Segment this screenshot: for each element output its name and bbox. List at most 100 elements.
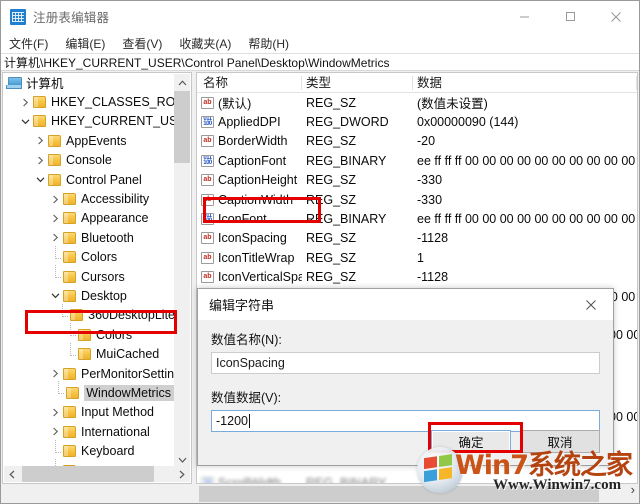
tree-guide-line: [48, 439, 63, 461]
dialog-close-button[interactable]: [569, 289, 613, 320]
tree-item-colors[interactable]: Colors: [3, 323, 175, 344]
value-data: -1128: [417, 231, 449, 246]
chevron-down-icon[interactable]: [48, 288, 63, 304]
chevron-right-icon[interactable]: [33, 133, 48, 149]
tree-item-desktop[interactable]: Desktop: [3, 286, 175, 305]
tree-horizontal-scrollbar[interactable]: [4, 466, 190, 482]
tree-item-label: Accessibility: [81, 192, 150, 207]
chevron-right-icon[interactable]: [48, 404, 63, 420]
value-row[interactable]: ab IconTitleWrap REG_SZ 1: [197, 248, 637, 267]
value-name: IconVerticalSpa...: [218, 270, 302, 285]
menu-help[interactable]: 帮助(H): [248, 33, 298, 54]
value-type: REG_BINARY: [306, 212, 387, 227]
column-header-type[interactable]: 类型: [302, 73, 413, 93]
tree-item-colors[interactable]: Colors: [3, 245, 175, 267]
folder-icon: [66, 386, 80, 399]
value-name: AppliedDPI: [218, 115, 281, 130]
value-name-cell: 011 100 IconFont: [197, 212, 302, 226]
window-title: 注册表编辑器: [33, 11, 110, 25]
tree-item-permonitorsettings[interactable]: PerMonitorSettings: [3, 364, 175, 383]
partial-value-name-cell: 011100 ScrollWidth: [197, 476, 302, 483]
cancel-button[interactable]: 取消: [520, 430, 600, 453]
tree-guide-line: [63, 323, 78, 344]
menu-view[interactable]: 查看(V): [122, 33, 171, 54]
tree-item-muicached[interactable]: MuiCached: [3, 342, 175, 363]
tree-item-control-panel[interactable]: Control Panel: [3, 170, 175, 189]
tree-scroll-up-button[interactable]: [174, 74, 190, 91]
tree-vertical-scrollbar[interactable]: [174, 74, 190, 468]
value-row[interactable]: ab BorderWidth REG_SZ -20: [197, 132, 637, 151]
chevron-right-icon[interactable]: [33, 152, 48, 168]
menu-favorites[interactable]: 收藏夹(A): [179, 33, 240, 54]
tree-item-hkey-current-user[interactable]: HKEY_CURRENT_USER: [3, 112, 175, 131]
tree-item-international[interactable]: International: [3, 422, 175, 441]
ok-button[interactable]: 确定: [431, 430, 511, 453]
tree-item-appevents[interactable]: AppEvents: [3, 131, 175, 150]
partial-value-row: 011100 ScrollWidth REG_BINARY: [197, 473, 413, 484]
value-data: -1128: [417, 270, 449, 285]
folder-icon: [63, 231, 76, 244]
chevron-right-icon[interactable]: [18, 94, 33, 110]
tree-item-accessibility[interactable]: Accessibility: [3, 189, 175, 208]
value-name-cell: ab IconSpacing: [197, 231, 302, 245]
folder-icon: [78, 348, 91, 361]
chevron-right-icon[interactable]: [48, 230, 63, 246]
value-row[interactable]: 011 100 CaptionFont REG_BINARY ee ff ff ff 0…: [197, 151, 637, 170]
maximize-button[interactable]: [547, 1, 593, 32]
list-hscroll-thumb[interactable]: [199, 486, 599, 502]
value-row[interactable]: ab IconSpacing REG_SZ -1128: [197, 229, 637, 248]
tree-item-label: PerMonitorSettings: [81, 366, 175, 381]
chevron-down-icon[interactable]: [18, 113, 33, 129]
value-row[interactable]: 011 100 AppliedDPI REG_DWORD 0x00000090 (144…: [197, 112, 637, 131]
value-data-input[interactable]: -1200: [211, 410, 600, 432]
tree-scroll-left-button[interactable]: [4, 466, 20, 482]
tree-item-cursors[interactable]: Cursors: [3, 265, 175, 286]
column-header-name[interactable]: 名称: [197, 73, 302, 93]
partial-value-type: REG_BINARY: [306, 475, 387, 484]
value-row[interactable]: ab IconVerticalSpa... REG_SZ -1128: [197, 268, 637, 287]
tree-item-console[interactable]: Console: [3, 151, 175, 170]
registry-editor-icon: [10, 8, 26, 25]
value-data: -20: [417, 134, 436, 149]
string-value-icon: ab: [201, 174, 214, 187]
value-row[interactable]: 011 100 IconFont REG_BINARY ee ff ff ff 00 0…: [197, 209, 637, 228]
tree-item-windowmetrics[interactable]: WindowMetrics: [3, 381, 175, 402]
value-name-input[interactable]: IconSpacing: [211, 352, 600, 374]
menu-edit[interactable]: 编辑(E): [65, 33, 114, 54]
tree-item-bluetooth[interactable]: Bluetooth: [3, 228, 175, 247]
tree-item-hkey-classes-root[interactable]: HKEY_CLASSES_ROOT: [3, 92, 175, 111]
tree-item-keyboard[interactable]: Keyboard: [3, 439, 175, 461]
folder-icon: [48, 134, 61, 147]
registry-tree-pane[interactable]: 计算机 HKEY_CLASSES_ROOT HKEY_CURRENT_USER App…: [2, 72, 192, 484]
value-row[interactable]: ab CaptionHeight REG_SZ -330: [197, 171, 637, 190]
tree-scroll-thumb[interactable]: [174, 91, 190, 163]
address-bar[interactable]: 计算机\HKEY_CURRENT_USER\Control Panel\Desk…: [1, 53, 639, 71]
tree-hscroll-thumb[interactable]: [22, 466, 154, 482]
menu-file[interactable]: 文件(F): [9, 33, 57, 54]
value-name-cell: 011 100 AppliedDPI: [197, 115, 302, 129]
value-type: REG_SZ: [306, 192, 357, 207]
value-name: CaptionWidth: [218, 192, 294, 207]
minimize-button[interactable]: [501, 1, 547, 32]
close-button[interactable]: [593, 1, 639, 32]
value-type: REG_SZ: [306, 173, 357, 188]
folder-icon: [48, 154, 61, 167]
chevron-right-icon[interactable]: [48, 210, 63, 226]
tree-item-appearance[interactable]: Appearance: [3, 209, 175, 228]
value-row[interactable]: ab (默认) REG_SZ (数值未设置): [197, 93, 637, 112]
tree-scroll-right-button[interactable]: [174, 466, 190, 482]
tree-item-input-method[interactable]: Input Method: [3, 403, 175, 422]
list-horizontal-scrollbar[interactable]: [197, 486, 638, 502]
chevron-right-icon[interactable]: [48, 424, 63, 440]
tree-item-360desktoplite[interactable]: 360DesktopLite: [3, 303, 175, 325]
chevron-right-icon[interactable]: [48, 191, 63, 207]
chevron-down-icon[interactable]: [33, 172, 48, 188]
value-data: ee ff ff ff 00 00 00 00 00 00 00 00 00 0…: [417, 153, 637, 168]
value-row[interactable]: ab CaptionWidth REG_SZ -330: [197, 190, 637, 209]
column-header-data[interactable]: 数据: [413, 73, 637, 93]
tree-item-[interactable]: 计算机: [3, 73, 175, 92]
value-data: (数值未设置): [417, 97, 488, 112]
chevron-right-icon[interactable]: [48, 366, 63, 382]
value-name: IconTitleWrap: [218, 250, 295, 265]
tree-hscroll-track[interactable]: [20, 466, 174, 482]
